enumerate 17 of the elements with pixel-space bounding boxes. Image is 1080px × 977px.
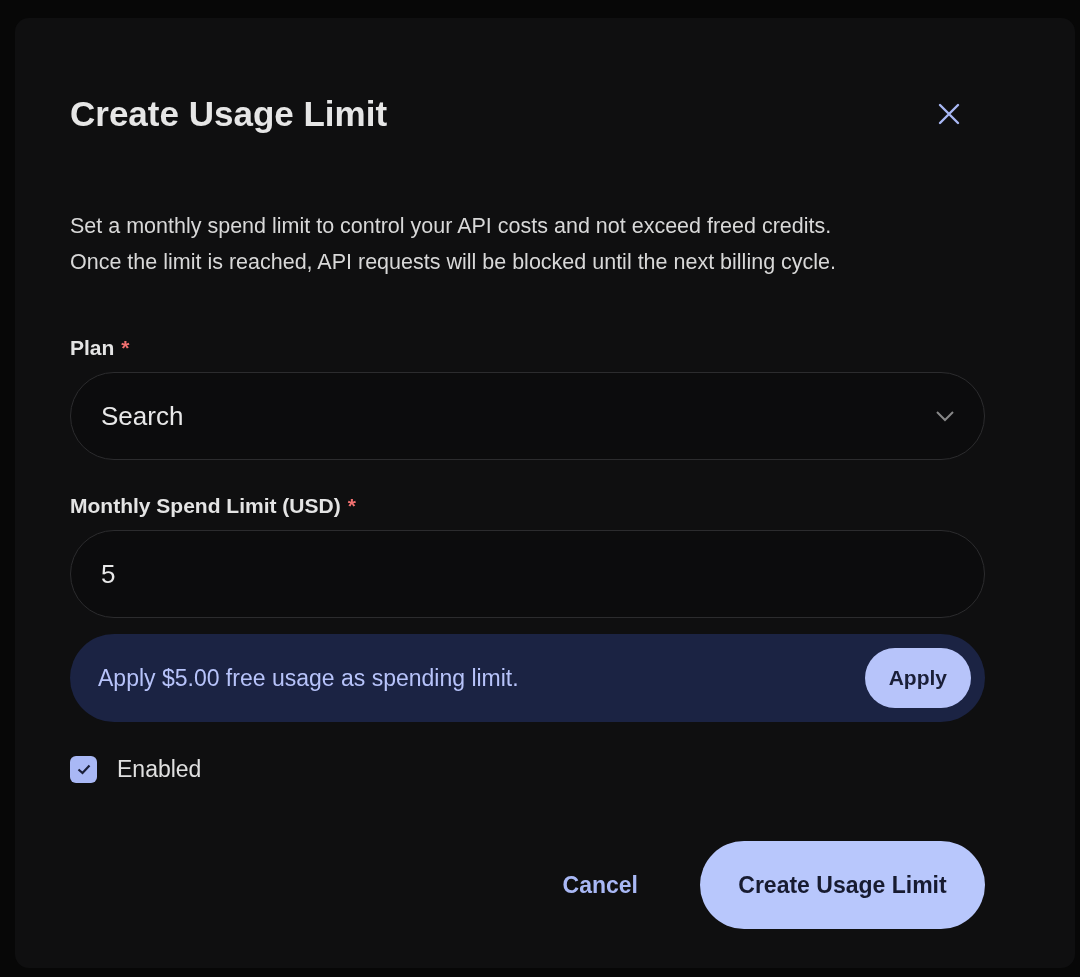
dialog-title: Create Usage Limit	[70, 94, 388, 134]
chevron-down-icon	[936, 410, 954, 422]
close-icon	[938, 103, 960, 125]
plan-select[interactable]: Search	[70, 372, 985, 460]
checkbox-label: Enabled	[117, 756, 202, 783]
checkbox[interactable]	[70, 756, 97, 783]
apply-button[interactable]: Apply	[864, 648, 971, 708]
dialog-description: Set a monthly spend limit to control your API costs and not exceed freed credits. Once the limit is reached, API requests will be blocked until the next billing cycle.	[70, 213, 838, 276]
cancel-button[interactable]: Cancel	[556, 870, 644, 900]
checkmark-icon	[76, 764, 91, 775]
required-mark: *	[121, 336, 130, 360]
create-button[interactable]: Create Usage Limit	[700, 841, 985, 929]
banner-text: Apply $5.00 free usage as spending limit.	[98, 664, 519, 692]
field-label: Monthly Spend Limit (USD)	[70, 494, 341, 518]
field-label: Plan	[70, 336, 115, 360]
required-mark: *	[347, 494, 356, 518]
input-field[interactable]: 5	[70, 530, 985, 618]
